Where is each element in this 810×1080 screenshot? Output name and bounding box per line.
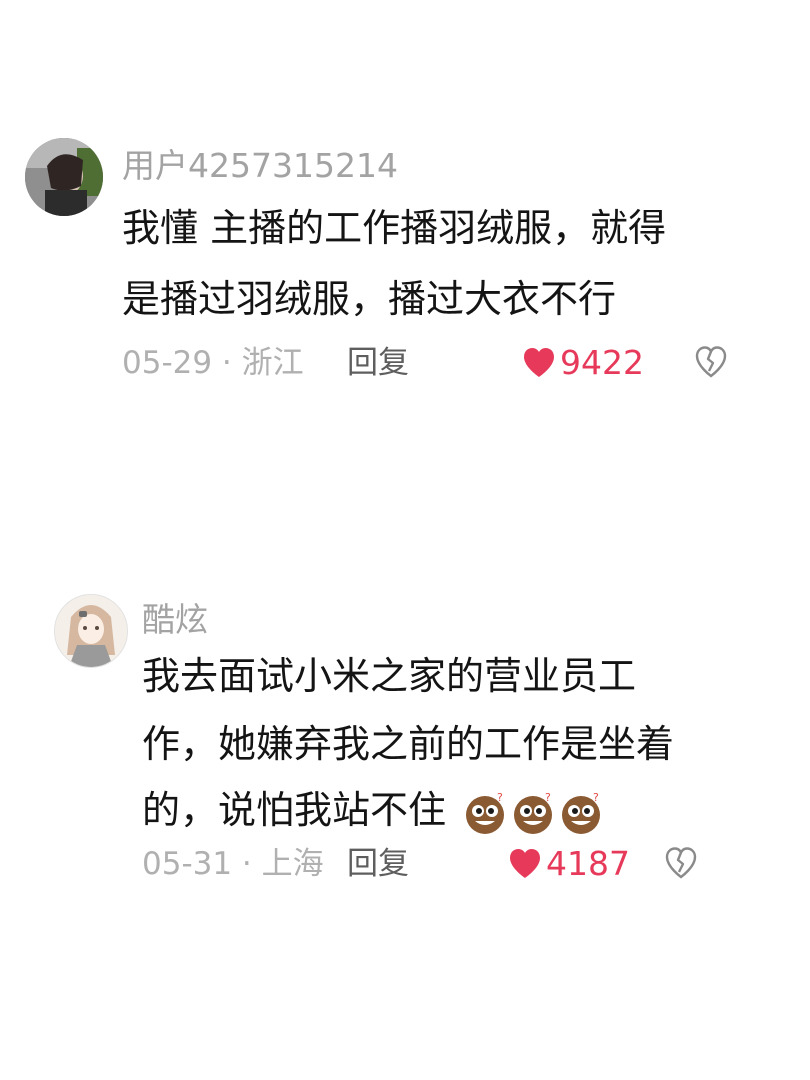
reply-button[interactable]: 回复: [347, 343, 409, 383]
heart-icon: [524, 348, 554, 377]
comment-text-line: 我懂 主播的工作播羽绒服，就得: [122, 206, 667, 250]
like-count: 4187: [546, 844, 630, 883]
heart-icon: [510, 849, 540, 878]
comment-text-line: 是播过羽绒服，播过大衣不行: [122, 277, 617, 321]
comment-2: 酷炫 我去面试小米之家的营业员工 作，她嫌弃我之前的工作是坐着 的，说怕我站不住…: [0, 560, 810, 940]
svg-text:?: ?: [593, 791, 599, 804]
svg-text:?: ?: [497, 791, 503, 804]
svg-text:?: ?: [545, 791, 551, 804]
comment-username[interactable]: 酷炫: [142, 600, 208, 640]
comment-date-location: 05-29 · 浙江: [122, 345, 304, 381]
comment-date-location: 05-31 · 上海: [142, 846, 324, 882]
broken-heart-icon[interactable]: [664, 846, 698, 880]
comment-text: 的，说怕我站不住: [142, 788, 447, 832]
like-button[interactable]: 4187: [508, 844, 630, 884]
broken-heart-icon[interactable]: [694, 345, 728, 379]
like-count: 9422: [560, 343, 644, 382]
comment-username[interactable]: 用户4257315214: [122, 146, 398, 186]
avatar[interactable]: [25, 138, 103, 216]
comment-1: 用户4257315214 我懂 主播的工作播羽绒服，就得 是播过羽绒服，播过大衣…: [0, 0, 810, 400]
laughing-cookie-emoji-icon: ?: [562, 791, 601, 834]
reply-button[interactable]: 回复: [347, 844, 409, 884]
comment-text-line: 作，她嫌弃我之前的工作是坐着: [142, 722, 675, 766]
emoji-row: ? ? ?: [464, 791, 604, 835]
comment-text-line-with-emoji: 的，说怕我站不住 ? ? ?: [142, 786, 604, 835]
comment-text-line: 我去面试小米之家的营业员工: [142, 654, 637, 698]
laughing-cookie-emoji-icon: ?: [514, 791, 553, 834]
avatar[interactable]: [54, 594, 128, 668]
user-photo-avatar-icon: [25, 138, 103, 216]
laughing-cookie-emoji-icon: ?: [466, 791, 505, 834]
cartoon-girl-avatar-icon: [55, 595, 127, 667]
like-button[interactable]: 9422: [522, 343, 644, 383]
